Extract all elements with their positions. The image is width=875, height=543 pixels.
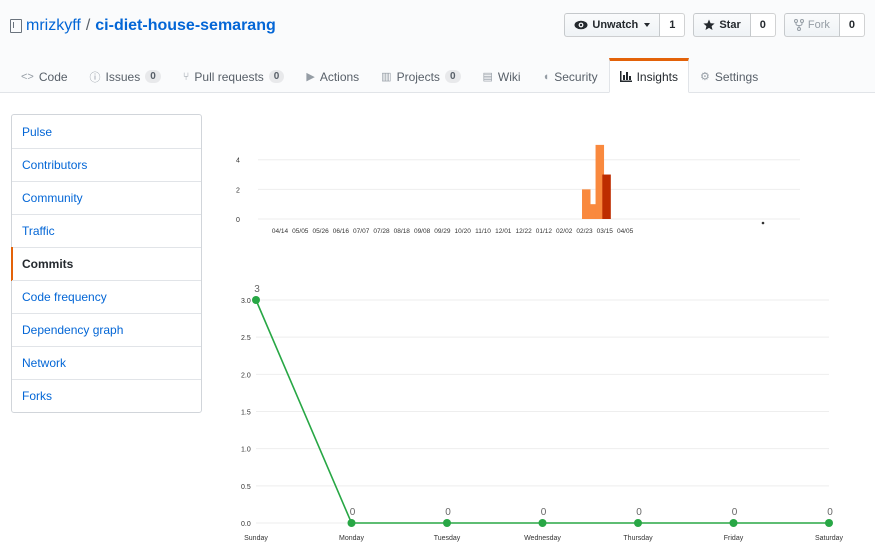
line-chart-x-tick: Thursday bbox=[623, 535, 653, 542]
line-chart-y-tick: 1.0 bbox=[241, 447, 251, 454]
commits-by-day-point bbox=[729, 519, 738, 527]
commits-by-day-label: 0 bbox=[541, 507, 547, 518]
line-chart-x-tick: Monday bbox=[339, 535, 364, 542]
bar-chart-x-tick: 04/05 bbox=[617, 228, 634, 235]
bar-chart-x-tick: 07/28 bbox=[373, 228, 390, 235]
current-week-marker bbox=[761, 221, 765, 225]
bar-chart-x-tick: 12/01 bbox=[495, 228, 512, 235]
bar-chart-x-tick: 02/23 bbox=[576, 228, 593, 235]
commits-by-day-point bbox=[825, 519, 833, 527]
line-chart-y-tick: 0.0 bbox=[241, 521, 251, 528]
bar-chart-x-tick: 05/05 bbox=[292, 228, 309, 235]
bar-chart-x-tick: 02/02 bbox=[556, 228, 573, 235]
line-chart-x-tick: Wednesday bbox=[524, 535, 561, 542]
commits-by-day-label: 0 bbox=[636, 507, 642, 518]
commits-by-day-label: 3 bbox=[254, 284, 260, 295]
commits-by-day-point bbox=[634, 519, 642, 527]
bar-chart-x-tick: 11/10 bbox=[475, 228, 491, 235]
bar-chart-y-tick: 2 bbox=[236, 187, 240, 194]
line-chart-y-tick: 3.0 bbox=[241, 298, 251, 305]
bar-chart-x-tick: 10/20 bbox=[455, 228, 472, 235]
commits-by-day-label: 0 bbox=[732, 507, 738, 518]
bar-chart-y-tick: 4 bbox=[236, 158, 240, 165]
bar-chart-x-tick: 03/15 bbox=[597, 228, 614, 235]
bar-chart-x-tick: 09/08 bbox=[414, 228, 431, 235]
commits-by-day-point bbox=[538, 519, 547, 527]
bar-chart-x-tick: 01/12 bbox=[536, 228, 553, 235]
bar-chart-x-tick: 08/18 bbox=[394, 228, 411, 235]
line-chart-x-tick: Tuesday bbox=[434, 535, 461, 542]
bar-chart-x-tick: 12/22 bbox=[515, 228, 532, 235]
bar-chart-x-tick: 06/16 bbox=[333, 228, 350, 235]
bar-chart-x-tick: 09/29 bbox=[434, 228, 451, 235]
commits-by-day-label: 0 bbox=[445, 507, 451, 518]
line-chart-x-tick: Sunday bbox=[244, 535, 268, 542]
bar-chart-y-tick: 0 bbox=[236, 217, 240, 224]
bar-chart-x-tick: 07/07 bbox=[353, 228, 370, 235]
line-chart-y-tick: 1.5 bbox=[241, 410, 251, 417]
line-chart-y-tick: 2.0 bbox=[241, 372, 251, 379]
commits-by-day-label: 0 bbox=[827, 507, 833, 518]
commits-by-day-point bbox=[443, 519, 451, 527]
line-chart-x-tick: Saturday bbox=[815, 535, 844, 542]
commits-by-day-point bbox=[347, 519, 356, 527]
commits-charts: 02404/14 05/05 05/26 06/16 07/07 07/28 08/18 09… bbox=[236, 144, 844, 542]
line-chart-x-tick: Friday bbox=[724, 535, 744, 542]
commit-bar bbox=[602, 174, 611, 219]
bar-chart-x-tick: 04/14 bbox=[272, 228, 289, 235]
line-chart-y-tick: 2.5 bbox=[241, 335, 251, 342]
line-chart-y-tick: 0.5 bbox=[241, 484, 251, 491]
bar-chart-x-tick: 05/26 bbox=[312, 228, 329, 235]
commits-by-day-point bbox=[252, 296, 260, 304]
commits-by-day-label: 0 bbox=[350, 507, 356, 518]
